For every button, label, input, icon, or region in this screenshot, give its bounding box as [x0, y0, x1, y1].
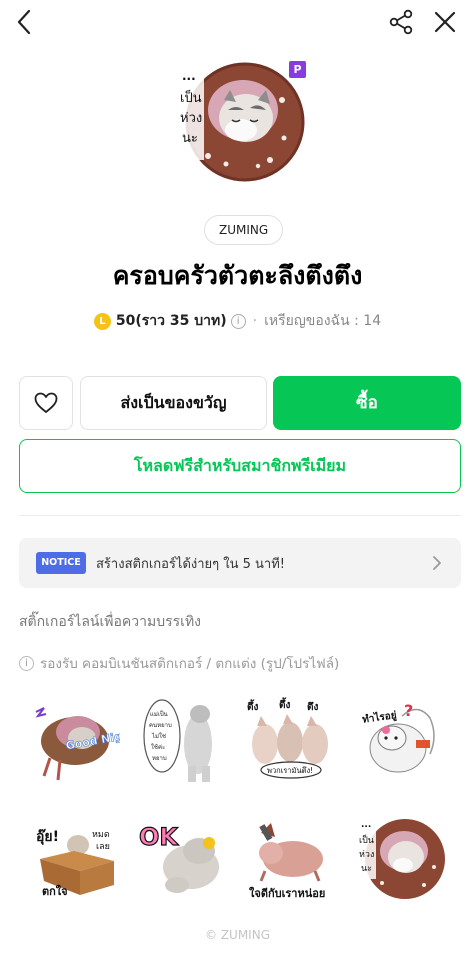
sticker-item[interactable]: Good Night: [30, 696, 120, 786]
sticker-item[interactable]: แม่เป็น คนหยาบ ไม่ใช่ ใช้ค่ะ หยาบ: [140, 696, 230, 786]
creator-link[interactable]: ZUMING: [204, 215, 284, 245]
sticker-item[interactable]: อุ๊ย! หมด เลย ตกใจ: [30, 815, 120, 905]
back-arrow-icon[interactable]: [12, 8, 38, 36]
sticker-caption: หยาบ: [152, 755, 167, 762]
close-icon[interactable]: [432, 9, 458, 35]
price-row: L 50(ราว 35 บาท) i · เหรียญของฉัน : 14: [0, 310, 475, 332]
sticker-caption: ตึง: [307, 701, 318, 713]
section-divider: [19, 515, 461, 516]
page-title: ครอบครัวตัวตะลึงตึงตึง: [112, 261, 363, 290]
sticker-caption: ตึ้ง: [247, 699, 258, 713]
my-coins-balance: เหรียญของฉัน : 14: [264, 313, 382, 329]
sticker-caption: OK: [139, 823, 179, 851]
sticker-caption: แม่เป็น: [150, 709, 168, 718]
info-icon[interactable]: i: [230, 313, 246, 329]
hero-caption-line: เป็น: [180, 88, 202, 106]
top-bar: [0, 0, 475, 44]
sticker-category[interactable]: สติ๊กเกอร์ไลน์เพื่อความบรรเทิง: [19, 611, 201, 633]
main-sticker-image: ... เป็น ห่วง นะ: [178, 62, 305, 182]
premium-badge: P: [289, 61, 306, 78]
sticker-item[interactable]: ... เป็น ห่วง นะ: [358, 815, 448, 905]
price-amount: 50(ราว 35 บาท): [115, 313, 227, 329]
svg-text:?: ?: [404, 701, 413, 720]
notice-text: สร้างสติกเกอร์ได้ง่ายๆ ใน 5 นาที!: [96, 557, 286, 572]
sticker-caption: คนหยาบ: [149, 722, 172, 729]
hero-caption-line: ห่วง: [180, 111, 202, 126]
sticker-caption: ไม่ใช่: [151, 732, 166, 740]
sticker-caption: หมด: [92, 830, 110, 840]
sticker-caption: นะ: [361, 864, 372, 874]
sticker-caption: ...: [361, 820, 371, 830]
sticker-item[interactable]: OK: [137, 815, 227, 905]
support-info: i รองรับ คอมบิเนชันสติกเกอร์ / ตกแต่ง (ร…: [19, 652, 339, 674]
share-icon[interactable]: [388, 9, 414, 35]
send-gift-button[interactable]: ส่งเป็นของขวัญ: [80, 376, 267, 430]
buy-button[interactable]: ซื้อ: [273, 376, 461, 430]
notice-banner[interactable]: NOTICE สร้างสติกเกอร์ได้ง่ายๆ ใน 5 นาที!: [19, 538, 461, 588]
info-icon: i: [19, 655, 34, 671]
premium-download-button[interactable]: โหลดฟรีสำหรับสมาชิกพรีเมียม: [19, 439, 461, 493]
favorite-button[interactable]: [19, 376, 73, 430]
sticker-caption: ใช้ค่ะ: [151, 743, 165, 751]
sticker-caption: ตึ้ง: [279, 697, 290, 711]
sticker-caption: ตกใจ: [42, 884, 68, 898]
hero-caption-line: นะ: [182, 131, 198, 146]
sticker-caption: ใจดีกับเราหน่อย: [249, 886, 325, 900]
line-coin-icon: L: [93, 312, 111, 330]
sticker-caption: พวกเรามันตึง!: [267, 766, 313, 775]
sticker-caption: เลย: [96, 842, 110, 852]
support-text: รองรับ คอมบิเนชันสติกเกอร์ / ตกแต่ง (รูป…: [40, 656, 340, 672]
sticker-caption: ห่วง: [359, 850, 374, 860]
sticker-caption: ทำไรอยู่: [361, 708, 397, 727]
sticker-item[interactable]: ใจดีกับเราหน่อย: [245, 815, 335, 905]
sticker-item[interactable]: ตึ้ง ตึ้ง ตึง พวกเรามันตึง!: [245, 696, 335, 786]
notice-badge: NOTICE: [36, 552, 86, 574]
separator-dot: ·: [252, 313, 258, 329]
sticker-item[interactable]: ทำไรอยู่ ?: [352, 696, 442, 786]
copyright-footer: © ZUMING: [205, 928, 270, 942]
sticker-caption: อุ๊ย!: [36, 828, 59, 845]
hero-caption-line: ...: [182, 69, 196, 83]
heart-icon: [34, 392, 58, 413]
chevron-right-icon: [433, 556, 441, 570]
